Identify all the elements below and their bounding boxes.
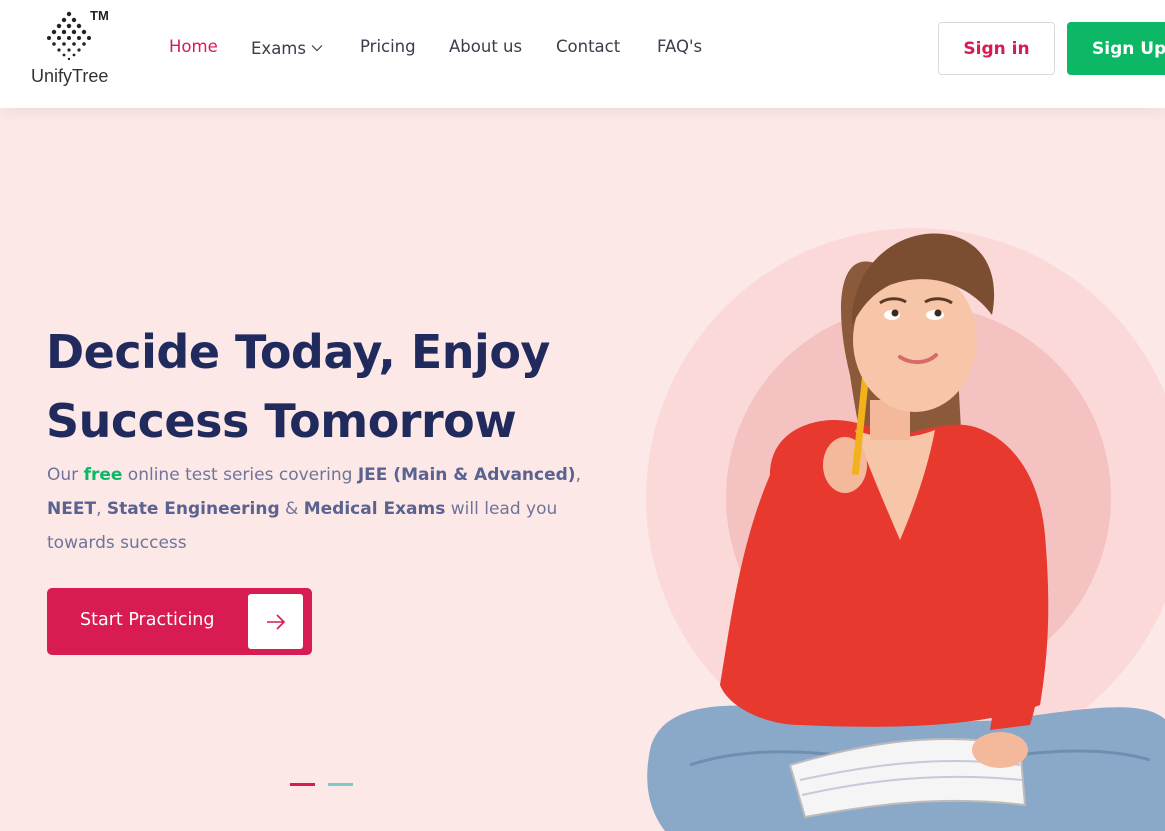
- carousel-dot-2[interactable]: [328, 783, 353, 786]
- hero-description: Our free online test series covering JEE…: [47, 458, 587, 560]
- desc-text-1: Our: [47, 465, 84, 485]
- nav-item-about[interactable]: About us: [449, 37, 522, 56]
- desc-text-4: ,: [96, 499, 107, 519]
- desc-text-2: online test series covering: [122, 465, 358, 485]
- brand-logo[interactable]: TM UnifyTree: [30, 8, 120, 92]
- nav-item-exams-label: Exams: [251, 39, 306, 58]
- desc-state-engineering: State Engineering: [106, 499, 280, 519]
- desc-medical-exams: Medical Exams: [303, 499, 446, 519]
- desc-text-3: ,: [575, 465, 581, 485]
- desc-text-5: &: [279, 499, 304, 519]
- signin-button[interactable]: Sign in: [938, 22, 1055, 75]
- desc-jee: JEE (Main & Advanced): [357, 465, 576, 485]
- trademark-mark: TM: [90, 8, 109, 23]
- nav-item-exams[interactable]: Exams: [251, 37, 323, 58]
- desc-free: free: [83, 465, 123, 485]
- nav-item-faq[interactable]: FAQ's: [657, 37, 702, 56]
- start-practicing-button[interactable]: Start Practicing: [47, 588, 312, 655]
- student-illustration: [647, 233, 1165, 831]
- nav-item-home[interactable]: Home: [169, 37, 218, 56]
- arrow-right-icon: [248, 594, 303, 649]
- start-practicing-label: Start Practicing: [80, 610, 215, 630]
- signup-button[interactable]: Sign Up: [1067, 22, 1165, 75]
- hero-title-line2: Success Tomorrow: [46, 394, 517, 448]
- brand-name: UnifyTree: [31, 66, 109, 86]
- desc-neet: NEET: [47, 499, 97, 519]
- nav-item-pricing[interactable]: Pricing: [360, 37, 416, 56]
- chevron-down-icon: [311, 37, 323, 56]
- site-header: TM UnifyTree Home Exams Pricing About us…: [0, 0, 1165, 108]
- hero-title-line1: Decide Today, Enjoy: [46, 325, 550, 379]
- brand-logo-icon: [47, 11, 91, 61]
- carousel-dot-1[interactable]: [290, 783, 315, 786]
- hero-title: Decide Today, Enjoy Success Tomorrow: [46, 318, 606, 456]
- nav-item-contact[interactable]: Contact: [556, 37, 620, 56]
